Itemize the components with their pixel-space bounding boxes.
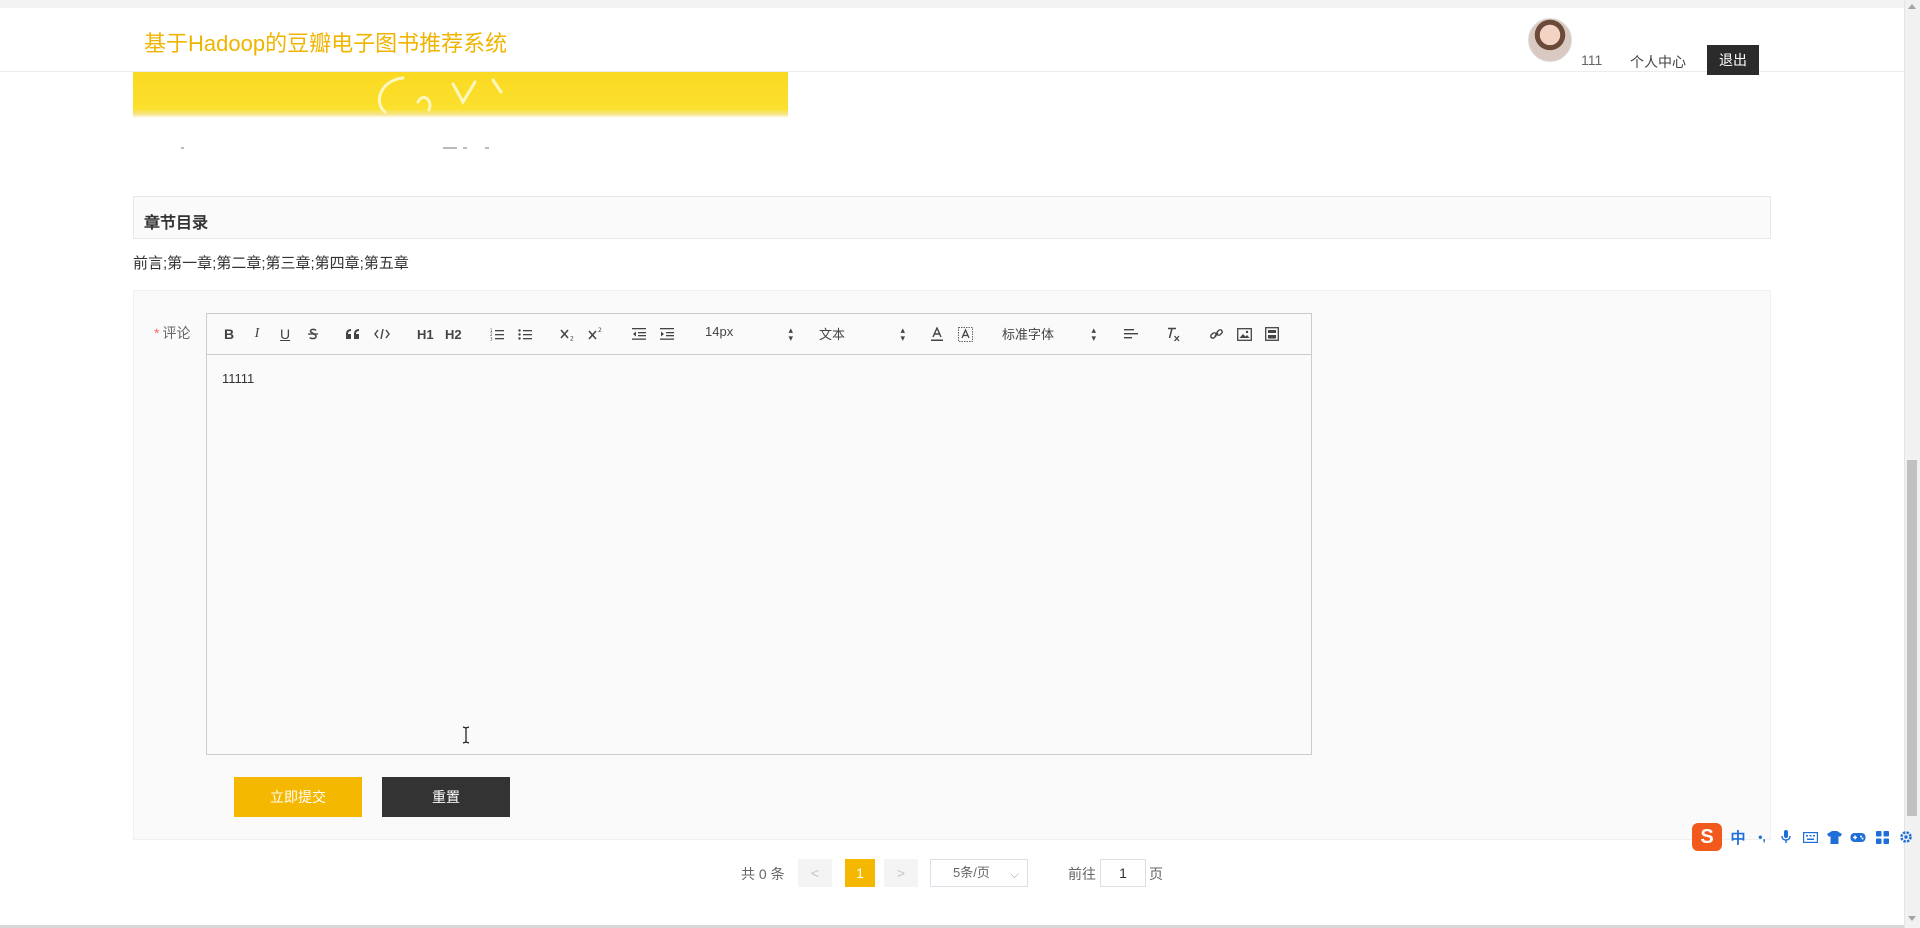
select-arrow-icon: ▴ ▾ [900, 325, 905, 343]
comment-label-text: 评论 [162, 325, 191, 341]
sogou-logo[interactable]: S [1692, 823, 1722, 851]
editor-toolbar: B I U H1 H2 123 2 2 14px ▴ ▾ 文本 ▴ ▾ 标准字体… [207, 314, 1311, 355]
microphone-icon[interactable] [1774, 825, 1798, 849]
keyboard-icon[interactable] [1798, 825, 1822, 849]
shirt-icon[interactable] [1822, 825, 1846, 849]
strikethrough-button[interactable] [305, 324, 321, 344]
select-arrow-icon: ▴ ▾ [788, 325, 793, 343]
indent-button[interactable] [659, 324, 675, 344]
svg-text:2: 2 [570, 336, 574, 342]
header2-button[interactable]: H2 [445, 324, 462, 344]
cover-caption-fragment [181, 147, 489, 149]
paragraph-select[interactable]: 文本 ▴ ▾ [819, 324, 905, 344]
video-button[interactable] [1264, 324, 1280, 344]
gamepad-icon[interactable] [1846, 825, 1870, 849]
ime-punctuation-toggle[interactable]: •, [1750, 825, 1774, 849]
italic-button[interactable]: I [249, 324, 265, 344]
page-size-select[interactable]: 5条/页 ⌵ [930, 859, 1028, 887]
goto-page-input[interactable]: 1 [1100, 859, 1146, 887]
font-family-select[interactable]: 标准字体 ▴ ▾ [1002, 324, 1096, 344]
apps-icon[interactable] [1870, 825, 1894, 849]
site-title[interactable]: 基于Hadoop的豆瓣电子图书推荐系统 [144, 26, 507, 58]
goto-label: 前往 [1068, 866, 1096, 882]
outdent-icon [632, 328, 646, 340]
code-button[interactable] [374, 324, 390, 344]
video-icon [1265, 327, 1279, 341]
chapter-section-header: 章节目录 [133, 196, 1771, 239]
font-size-select[interactable]: 14px ▴ ▾ [705, 324, 793, 344]
clear-format-icon [1168, 327, 1180, 341]
bold-button[interactable]: B [221, 324, 237, 344]
comment-label: * 评论 [154, 323, 190, 343]
link-button[interactable] [1208, 324, 1224, 344]
svg-text:2: 2 [598, 327, 602, 334]
page-size-value: 5条/页 [953, 865, 990, 880]
header1-button[interactable]: H1 [417, 324, 434, 344]
page-suffix-label: 页 [1149, 866, 1163, 882]
align-button[interactable] [1123, 324, 1139, 344]
settings-icon[interactable] [1894, 825, 1918, 849]
text-cursor-icon [462, 726, 470, 744]
svg-text:3: 3 [490, 336, 493, 341]
superscript-button[interactable]: 2 [588, 324, 604, 344]
user-avatar[interactable] [1528, 18, 1572, 62]
pagination-total: 共 0 条 [741, 866, 785, 882]
editor-content[interactable]: 11111 [222, 371, 254, 386]
bullet-list-icon [518, 328, 532, 340]
superscript-icon: 2 [588, 327, 602, 340]
subscript-icon: 2 [560, 329, 574, 342]
next-page-button[interactable]: > [884, 859, 918, 887]
required-mark: * [154, 325, 160, 341]
book-cover-image [133, 72, 788, 118]
ime-mode-toggle[interactable]: 中 [1726, 825, 1750, 849]
cover-artwork [378, 76, 503, 114]
subscript-button[interactable]: 2 [560, 324, 576, 344]
site-header: 基于Hadoop的豆瓣电子图书推荐系统 111 个人中心 退出 [0, 8, 1904, 75]
chapter-list: 前言;第一章;第二章;第三章;第四章;第五章 [133, 255, 409, 272]
user-center-link[interactable]: 个人中心 [1630, 52, 1686, 72]
underline-button[interactable]: U [277, 324, 293, 344]
scroll-down-icon[interactable] [1908, 916, 1916, 921]
chapter-title: 章节目录 [144, 215, 209, 232]
ordered-list-icon: 123 [490, 328, 504, 341]
username[interactable]: 111 [1581, 52, 1602, 68]
code-icon [374, 328, 390, 340]
clear-format-button[interactable] [1165, 324, 1181, 344]
ime-toolbar[interactable]: S 中 •, [1692, 822, 1920, 852]
scroll-up-icon[interactable] [1908, 4, 1916, 9]
image-button[interactable] [1236, 324, 1252, 344]
scrollbar-thumb[interactable] [1907, 460, 1917, 816]
bullet-list-button[interactable] [517, 324, 533, 344]
reset-button[interactable]: 重置 [382, 777, 510, 817]
logout-button[interactable]: 退出 [1707, 45, 1759, 75]
blockquote-button[interactable] [345, 324, 361, 344]
background-color-icon [957, 326, 973, 342]
paragraph-value: 文本 [819, 327, 846, 342]
font-color-icon [931, 326, 943, 341]
ordered-list-button[interactable]: 123 [489, 324, 505, 344]
select-arrow-icon: ▴ ▾ [1091, 325, 1096, 343]
image-icon [1236, 327, 1252, 341]
font-size-value: 14px [705, 324, 734, 339]
background-color-button[interactable] [957, 324, 973, 344]
quote-icon [346, 329, 359, 339]
link-icon [1209, 328, 1223, 339]
align-left-icon [1124, 329, 1138, 339]
chevron-down-icon: ⌵ [1009, 867, 1019, 881]
submit-button[interactable]: 立即提交 [234, 777, 362, 817]
rich-text-editor[interactable]: B I U H1 H2 123 2 2 14px ▴ ▾ 文本 ▴ ▾ 标准字体… [206, 313, 1312, 755]
page-number-1[interactable]: 1 [845, 859, 875, 887]
font-color-button[interactable] [929, 324, 945, 344]
prev-page-button[interactable]: < [798, 859, 832, 887]
outdent-button[interactable] [631, 324, 647, 344]
strikethrough-icon [308, 328, 318, 340]
font-family-value: 标准字体 [1002, 327, 1055, 342]
indent-icon [660, 328, 674, 340]
